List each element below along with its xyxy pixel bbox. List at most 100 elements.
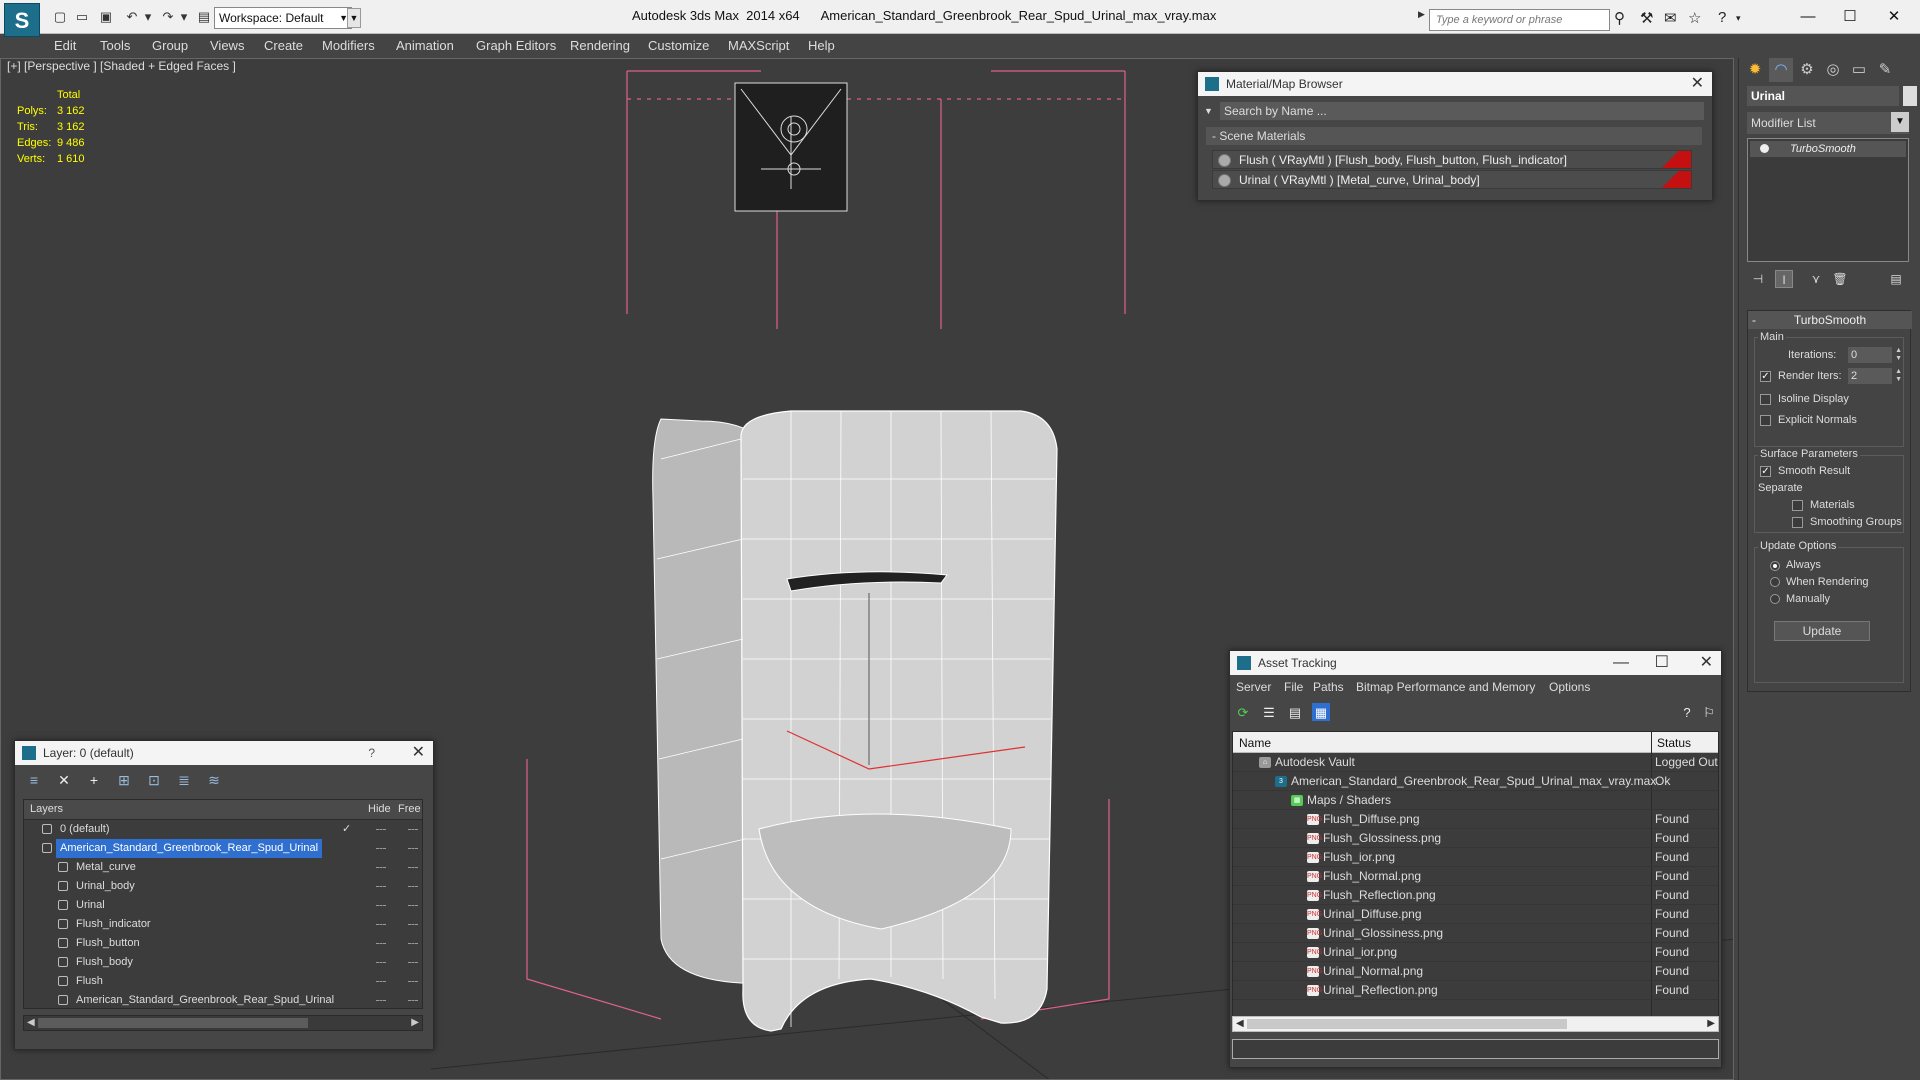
menu-customize[interactable]: Customize bbox=[648, 38, 709, 53]
render-iters-spinner[interactable]: 2 ▲ ▼ bbox=[1848, 368, 1902, 384]
delete-layer-icon[interactable]: ✕ bbox=[55, 771, 73, 789]
freeze-toggle[interactable] bbox=[408, 981, 418, 982]
refresh-icon[interactable]: ⟳ bbox=[1234, 703, 1252, 721]
material-item-flush[interactable]: Flush ( VRayMtl ) [Flush_body, Flush_but… bbox=[1212, 150, 1692, 169]
update-when-rendering-radio[interactable] bbox=[1770, 577, 1780, 587]
hide-toggle[interactable] bbox=[376, 924, 386, 925]
hide-toggle[interactable] bbox=[376, 905, 386, 906]
asset-row[interactable]: PNG Urinal_ior.png Found bbox=[1233, 943, 1718, 962]
modify-tab-icon[interactable]: ◠ bbox=[1769, 58, 1793, 82]
current-layer-check-icon[interactable]: ✓ bbox=[342, 820, 351, 839]
make-unique-icon[interactable]: ⋎ bbox=[1807, 270, 1825, 288]
layer-manager-icon[interactable]: ≡ bbox=[25, 771, 43, 789]
app-logo-icon[interactable]: S bbox=[4, 3, 40, 37]
menu-edit[interactable]: Edit bbox=[54, 38, 76, 53]
layer-row[interactable]: Flush bbox=[24, 972, 422, 991]
asset-row[interactable]: PNG Urinal_Reflection.png Found bbox=[1233, 981, 1718, 1000]
scroll-right-icon[interactable]: ▶ bbox=[411, 1016, 419, 1030]
layer-row[interactable]: Urinal bbox=[24, 896, 422, 915]
project-folder-icon[interactable]: ▤ bbox=[196, 9, 212, 25]
menu-create[interactable]: Create bbox=[264, 38, 303, 53]
freeze-column-header[interactable]: Free bbox=[398, 803, 421, 815]
lightbulb-icon[interactable] bbox=[1760, 144, 1769, 153]
explicit-normals-checkbox[interactable] bbox=[1760, 415, 1771, 426]
help-icon[interactable]: ? bbox=[1718, 9, 1726, 26]
close-icon[interactable]: ✕ bbox=[412, 741, 425, 765]
asset-row[interactable]: PNG Flush_Diffuse.png Found bbox=[1233, 810, 1718, 829]
material-search-input[interactable]: Search by Name ... bbox=[1220, 102, 1704, 120]
thumbnail-view-icon[interactable]: ▤ bbox=[1286, 703, 1304, 721]
hide-toggle[interactable] bbox=[376, 943, 386, 944]
asset-row[interactable]: PNG Flush_Reflection.png Found bbox=[1233, 886, 1718, 905]
hide-toggle[interactable] bbox=[376, 981, 386, 982]
layer-row[interactable]: American_Standard_Greenbrook_Rear_Spud_U… bbox=[24, 991, 422, 1008]
freeze-toggle[interactable] bbox=[408, 943, 418, 944]
save-file-icon[interactable]: ▣ bbox=[98, 9, 114, 25]
separate-smoothing-groups-checkbox[interactable] bbox=[1792, 517, 1803, 528]
quick-access-dropdown[interactable]: ▼ bbox=[347, 8, 361, 28]
scene-materials-header[interactable]: - Scene Materials bbox=[1206, 127, 1702, 145]
iterations-spinner[interactable]: 0 ▲ ▼ bbox=[1848, 347, 1902, 363]
redo-icon[interactable]: ↷ bbox=[160, 9, 176, 25]
help-dropdown-icon[interactable]: ▾ bbox=[1736, 13, 1741, 24]
name-column-header[interactable]: Name bbox=[1239, 736, 1271, 750]
material-browser-titlebar[interactable]: Material/Map Browser ✕ bbox=[1198, 72, 1712, 96]
update-manually-radio[interactable] bbox=[1770, 594, 1780, 604]
spinner-arrows-icon[interactable]: ▲ ▼ bbox=[1895, 368, 1902, 384]
layer-row[interactable]: Flush_button bbox=[24, 934, 422, 953]
open-file-icon[interactable]: ▭ bbox=[74, 9, 90, 25]
scroll-right-icon[interactable]: ▶ bbox=[1707, 1017, 1715, 1031]
asset-row[interactable]: PNG Flush_Normal.png Found bbox=[1233, 867, 1718, 886]
asset-row[interactable]: PNG Flush_ior.png Found bbox=[1233, 848, 1718, 867]
redo-dropdown-icon[interactable]: ▾ bbox=[176, 9, 192, 25]
scrollbar-thumb[interactable] bbox=[1247, 1019, 1567, 1029]
material-item-urinal[interactable]: Urinal ( VRayMtl ) [Metal_curve, Urinal_… bbox=[1212, 170, 1692, 189]
menu-tools[interactable]: Tools bbox=[100, 38, 130, 53]
communication-center-icon[interactable]: ✉ bbox=[1664, 9, 1677, 27]
search-options-icon[interactable]: ▼ bbox=[1204, 106, 1213, 116]
layer-row[interactable]: 0 (default) ✓ bbox=[24, 820, 422, 839]
layer-row[interactable]: American_Standard_Greenbrook_Rear_Spud_U… bbox=[24, 839, 422, 858]
asset-row[interactable]: PNG Urinal_Normal.png Found bbox=[1233, 962, 1718, 981]
hide-all-layers-icon[interactable]: ≋ bbox=[205, 771, 223, 789]
update-button[interactable]: Update bbox=[1774, 621, 1870, 641]
asset-menu-server[interactable]: Server bbox=[1236, 680, 1271, 694]
viewport-label[interactable]: [+] [Perspective ] [Shaded + Edged Faces… bbox=[7, 59, 236, 73]
asset-path-field[interactable] bbox=[1232, 1039, 1719, 1059]
hide-toggle[interactable] bbox=[376, 962, 386, 963]
menu-maxscript[interactable]: MAXScript bbox=[728, 38, 789, 53]
table-view-icon[interactable]: ▦ bbox=[1312, 703, 1330, 721]
hide-toggle[interactable] bbox=[376, 867, 386, 868]
object-color-swatch[interactable] bbox=[1903, 86, 1917, 106]
hide-toggle[interactable] bbox=[376, 848, 386, 849]
freeze-toggle[interactable] bbox=[408, 962, 418, 963]
status-column-header[interactable]: Status bbox=[1657, 736, 1691, 750]
search-expand-icon[interactable]: ▶ bbox=[1418, 9, 1425, 20]
menu-animation[interactable]: Animation bbox=[396, 38, 454, 53]
menu-rendering[interactable]: Rendering bbox=[570, 38, 630, 53]
show-end-result-icon[interactable]: I bbox=[1775, 270, 1793, 288]
create-layer-icon[interactable]: + bbox=[85, 771, 103, 789]
help-icon[interactable]: ? bbox=[368, 741, 375, 765]
menu-graph-editors[interactable]: Graph Editors bbox=[476, 38, 556, 53]
asset-row[interactable]: PNG Urinal_Diffuse.png Found bbox=[1233, 905, 1718, 924]
create-tab-icon[interactable]: ✹ bbox=[1743, 58, 1767, 82]
layer-row[interactable]: Urinal_body bbox=[24, 877, 422, 896]
layer-row[interactable]: Flush_indicator bbox=[24, 915, 422, 934]
freeze-toggle[interactable] bbox=[408, 924, 418, 925]
menu-group[interactable]: Group bbox=[152, 38, 188, 53]
hierarchy-tab-icon[interactable]: ⚙ bbox=[1795, 58, 1819, 82]
maximize-icon[interactable]: ☐ bbox=[1655, 651, 1669, 675]
select-in-layer-icon[interactable]: ⊡ bbox=[145, 771, 163, 789]
layer-row[interactable]: Metal_curve bbox=[24, 858, 422, 877]
freeze-toggle[interactable] bbox=[408, 848, 418, 849]
update-always-radio[interactable] bbox=[1770, 561, 1780, 571]
freeze-toggle[interactable] bbox=[408, 1000, 418, 1001]
hide-toggle[interactable] bbox=[376, 829, 386, 830]
asset-row[interactable]: ▦ Maps / Shaders bbox=[1233, 791, 1718, 810]
add-to-layer-icon[interactable]: ⊞ bbox=[115, 771, 133, 789]
menu-modifiers[interactable]: Modifiers bbox=[322, 38, 375, 53]
utilities-tab-icon[interactable]: ✎ bbox=[1873, 58, 1897, 82]
scroll-left-icon[interactable]: ◀ bbox=[1236, 1017, 1244, 1031]
stack-item-turbosmooth[interactable]: TurboSmooth bbox=[1750, 141, 1906, 157]
